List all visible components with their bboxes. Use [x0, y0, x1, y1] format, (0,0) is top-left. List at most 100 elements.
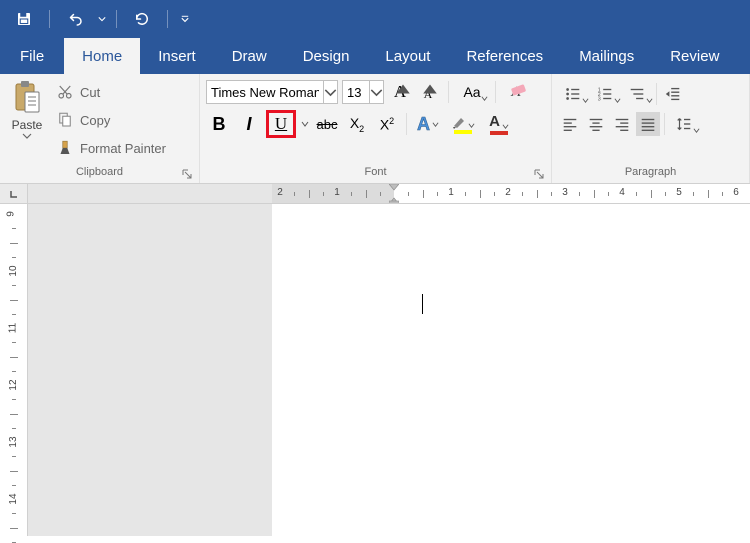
ruler-v-label: 10: [8, 265, 19, 276]
ruler-tick: [708, 190, 709, 198]
multilevel-icon: [628, 85, 646, 103]
text-cursor: [422, 294, 423, 314]
font-name-dropdown[interactable]: [323, 81, 337, 103]
paste-button[interactable]: Paste: [6, 78, 48, 140]
redo-button[interactable]: [126, 5, 158, 33]
underline-button[interactable]: U: [272, 114, 290, 134]
font-size-combo[interactable]: [342, 80, 384, 104]
shrink-font-button[interactable]: A: [416, 80, 440, 104]
horizontal-ruler[interactable]: 21123456: [272, 184, 750, 204]
cut-button[interactable]: Cut: [54, 80, 168, 104]
tab-home[interactable]: Home: [64, 38, 140, 74]
ruler-tick: [12, 285, 16, 286]
tab-references[interactable]: References: [448, 38, 561, 74]
decrease-indent-button[interactable]: [661, 82, 685, 106]
customize-qat-dropdown[interactable]: [177, 15, 193, 23]
ruler-tick: [12, 314, 16, 315]
font-dialog-launcher[interactable]: [533, 168, 545, 180]
qat-separator: [116, 10, 117, 28]
save-button[interactable]: [8, 5, 40, 33]
numbering-button[interactable]: 123: [590, 82, 620, 106]
superscript-button[interactable]: X2: [374, 111, 400, 137]
tab-file[interactable]: File: [0, 38, 64, 74]
ruler-h-label: 4: [619, 187, 625, 198]
chevron-down-icon: [481, 95, 488, 102]
paragraph-group-label: Paragraph: [558, 166, 743, 178]
outdent-icon: [664, 85, 682, 103]
separator: [495, 81, 496, 103]
align-center-button[interactable]: [584, 112, 608, 136]
copy-button[interactable]: Copy: [54, 108, 168, 132]
tab-mailings[interactable]: Mailings: [561, 38, 652, 74]
tab-layout[interactable]: Layout: [367, 38, 448, 74]
ruler-tick: [465, 192, 466, 196]
title-bar: [0, 0, 750, 38]
grow-font-button[interactable]: A: [388, 80, 412, 104]
clear-formatting-button[interactable]: A: [504, 80, 528, 104]
group-font: A A Aa A B I U: [200, 74, 552, 183]
numbering-icon: 123: [596, 85, 614, 103]
svg-text:3: 3: [598, 96, 601, 102]
ruler-tick: [651, 190, 652, 198]
italic-button[interactable]: I: [236, 111, 262, 137]
justify-icon: [639, 115, 657, 133]
tab-review[interactable]: Review: [652, 38, 737, 74]
ruler-h-label: 2: [505, 187, 511, 198]
ruler-tick: [366, 190, 367, 198]
chevron-down-icon: [646, 97, 653, 104]
ruler-tick: [12, 399, 16, 400]
highlight-swatch: [454, 130, 472, 134]
ruler-tick: [12, 485, 16, 486]
font-name-input[interactable]: [207, 81, 323, 103]
format-painter-button[interactable]: Format Painter: [54, 136, 168, 160]
align-left-button[interactable]: [558, 112, 582, 136]
font-color-button[interactable]: A: [483, 111, 515, 137]
ruler-tick: [12, 371, 16, 372]
change-case-button[interactable]: Aa: [457, 80, 487, 104]
ruler-tick: [522, 192, 523, 196]
bold-button[interactable]: B: [206, 111, 232, 137]
indent-markers[interactable]: [389, 184, 399, 204]
highlight-button[interactable]: [447, 111, 479, 137]
undo-dropdown[interactable]: [97, 15, 107, 23]
ruler-tick: [380, 192, 381, 196]
clipboard-dialog-launcher[interactable]: [181, 168, 193, 180]
line-spacing-button[interactable]: [669, 112, 699, 136]
ruler-tick: [665, 192, 666, 196]
qat-separator: [49, 10, 50, 28]
ribbon-tabs: File Home Insert Draw Design Layout Refe…: [0, 38, 750, 74]
ruler-h-label: 5: [676, 187, 682, 198]
bullets-button[interactable]: [558, 82, 588, 106]
tab-design[interactable]: Design: [285, 38, 368, 74]
font-name-combo[interactable]: [206, 80, 338, 104]
subscript-button[interactable]: X2: [344, 111, 370, 137]
underline-dropdown[interactable]: [300, 120, 310, 128]
ruler-corner[interactable]: [0, 184, 28, 204]
paintbrush-icon: [56, 139, 74, 157]
document-page[interactable]: [272, 204, 750, 536]
caret-up-icon: [394, 80, 412, 98]
align-right-button[interactable]: [610, 112, 634, 136]
font-size-dropdown[interactable]: [369, 81, 383, 103]
font-color-swatch: [490, 131, 508, 135]
vertical-ruler[interactable]: 91011121314: [0, 204, 28, 536]
ruler-tick: [408, 192, 409, 196]
font-size-input[interactable]: [343, 81, 369, 103]
strikethrough-button[interactable]: abc: [314, 111, 340, 137]
separator: [664, 113, 665, 135]
undo-button[interactable]: [59, 5, 91, 33]
tab-insert[interactable]: Insert: [140, 38, 214, 74]
ruler-tick: [579, 192, 580, 196]
ruler-h-label: 1: [448, 187, 454, 198]
justify-button[interactable]: [636, 112, 660, 136]
tab-draw[interactable]: Draw: [214, 38, 285, 74]
edit-area: 91011121314: [0, 204, 750, 536]
ruler-gutter: [28, 184, 272, 204]
text-effects-button[interactable]: A: [413, 111, 443, 137]
ruler-tick: [10, 243, 18, 244]
multilevel-list-button[interactable]: [622, 82, 652, 106]
ruler-v-label: 14: [8, 493, 19, 504]
ruler-tick: [10, 471, 18, 472]
eraser-icon: [510, 80, 528, 98]
align-center-icon: [587, 115, 605, 133]
